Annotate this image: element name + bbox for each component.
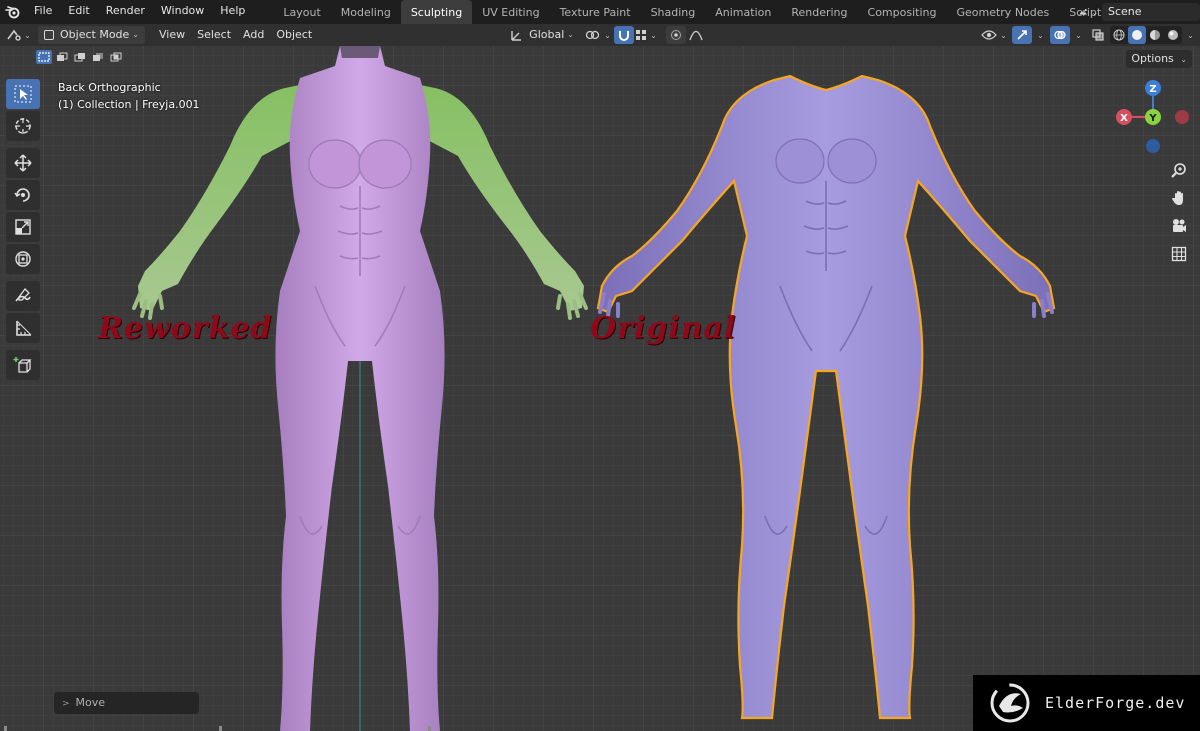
- menu-add[interactable]: Add: [237, 26, 270, 44]
- snap-target-icon[interactable]: ⌄: [634, 26, 658, 44]
- menu-file[interactable]: File: [26, 0, 60, 24]
- watermark: ElderForge.dev: [973, 675, 1200, 731]
- collection-info: (1) Collection | Freyja.001: [58, 98, 200, 111]
- marker-left: [4, 726, 7, 731]
- scene-selector: ⌄ Scene: [1078, 0, 1200, 24]
- select-new-icon[interactable]: [36, 50, 52, 64]
- wireframe-shading-icon[interactable]: [1110, 26, 1128, 44]
- scene-name-field[interactable]: Scene: [1102, 3, 1200, 21]
- mode-label: Object Mode: [60, 28, 130, 41]
- tab-animation[interactable]: Animation: [705, 0, 781, 24]
- menu-window[interactable]: Window: [153, 0, 212, 24]
- editor-type-icon[interactable]: ⌄: [6, 26, 32, 44]
- tab-rendering[interactable]: Rendering: [781, 0, 857, 24]
- camera-view-icon[interactable]: [1166, 213, 1192, 239]
- gizmo-z-negative: [1146, 139, 1160, 153]
- menu-select[interactable]: Select: [191, 26, 237, 44]
- tab-compositing[interactable]: Compositing: [858, 0, 947, 24]
- proportional-editing-icon[interactable]: [665, 26, 686, 44]
- snap-toggle-icon[interactable]: [613, 26, 634, 44]
- gizmo-y-label: Y: [1148, 113, 1157, 124]
- watermark-text: ElderForge.dev: [1045, 694, 1186, 712]
- menu-render[interactable]: Render: [98, 0, 153, 24]
- view-info-overlay: Back Orthographic (1) Collection | Freyj…: [58, 79, 200, 113]
- transform-tool[interactable]: [6, 244, 40, 274]
- visibility-eye-icon[interactable]: ⌄: [980, 26, 1008, 44]
- rendered-shading-icon[interactable]: [1164, 26, 1182, 44]
- tab-modeling[interactable]: Modeling: [331, 0, 401, 24]
- select-extend-icon[interactable]: [54, 50, 70, 64]
- select-intersect-icon[interactable]: [108, 50, 124, 64]
- solid-shading-icon[interactable]: [1128, 26, 1146, 44]
- tab-geometry-nodes[interactable]: Geometry Nodes: [946, 0, 1059, 24]
- view-name: Back Orthographic: [58, 81, 161, 94]
- pivot-point-icon[interactable]: ⌄: [584, 26, 612, 44]
- elderforge-logo-icon: [990, 683, 1030, 723]
- top-menu-bar: File Edit Render Window Help Layout Mode…: [0, 0, 1200, 24]
- original-mesh: [596, 74, 1056, 720]
- gizmo-x-label: X: [1120, 113, 1128, 124]
- zoom-icon[interactable]: [1166, 157, 1192, 183]
- reworked-neck: [340, 46, 380, 58]
- blender-logo-icon[interactable]: [0, 0, 26, 24]
- gizmo-dropdown-chevron-icon[interactable]: ⌄: [1032, 26, 1046, 44]
- select-mode-group: [36, 50, 124, 64]
- viewport-scene: [132, 46, 1056, 731]
- transform-orientation-dropdown[interactable]: Global ⌄: [504, 26, 580, 44]
- expand-arrow-icon: >: [62, 699, 70, 709]
- tab-shading[interactable]: Shading: [641, 0, 706, 24]
- select-invert-icon[interactable]: [90, 50, 106, 64]
- orientation-icon: [511, 31, 522, 41]
- tab-texture-paint[interactable]: Texture Paint: [550, 0, 641, 24]
- object-mode-icon: [44, 30, 54, 40]
- options-label: Options: [1131, 52, 1174, 65]
- shading-dropdown-chevron-icon[interactable]: ⌄: [1182, 26, 1196, 44]
- select-box-tool[interactable]: [6, 79, 40, 109]
- original-body: [596, 74, 1056, 720]
- measure-tool[interactable]: [6, 313, 40, 343]
- gizmo-toggle-icon[interactable]: [1012, 26, 1032, 44]
- annotate-tool[interactable]: [6, 281, 40, 311]
- tab-sculpting[interactable]: Sculpting: [400, 0, 473, 24]
- gizmo-x-negative: [1175, 110, 1189, 124]
- 3d-viewport[interactable]: Reworked Original Back Orthographic (1) …: [0, 46, 1200, 731]
- material-preview-shading-icon[interactable]: [1146, 26, 1164, 44]
- tab-uv-editing[interactable]: UV Editing: [472, 0, 549, 24]
- menu-edit[interactable]: Edit: [60, 0, 97, 24]
- marker-right: [428, 726, 431, 731]
- shading-mode-group: [1110, 26, 1182, 44]
- move-tool[interactable]: [6, 148, 40, 178]
- scene-icon[interactable]: ⌄: [1078, 3, 1098, 21]
- rotate-tool[interactable]: [6, 180, 40, 210]
- mode-dropdown[interactable]: Object Mode ⌄: [38, 26, 145, 44]
- last-operator-label: Move: [75, 696, 106, 709]
- overlays-toggle-icon[interactable]: [1050, 26, 1070, 44]
- tool-shelf: [6, 79, 40, 382]
- scale-tool[interactable]: [6, 212, 40, 242]
- falloff-curve-icon[interactable]: [686, 26, 706, 44]
- reworked-left-arm: [138, 84, 305, 311]
- options-dropdown[interactable]: Options ⌄: [1126, 50, 1192, 68]
- orientation-label: Global: [529, 28, 565, 41]
- orthographic-grid-icon[interactable]: [1166, 241, 1192, 267]
- cursor-tool[interactable]: [6, 111, 40, 141]
- menu-object[interactable]: Object: [270, 26, 318, 44]
- xray-toggle-icon[interactable]: [1088, 26, 1108, 44]
- last-operator-panel[interactable]: > Move: [54, 692, 199, 714]
- tab-layout[interactable]: Layout: [273, 0, 330, 24]
- select-subtract-icon[interactable]: [72, 50, 88, 64]
- gizmo-z-label: Z: [1149, 84, 1156, 95]
- menu-view[interactable]: View: [153, 26, 191, 44]
- pan-hand-icon[interactable]: [1166, 185, 1192, 211]
- viewport-header: ⌄ Object Mode ⌄ View Select Add Object G…: [0, 24, 1200, 46]
- navigation-buttons: [1166, 157, 1192, 269]
- overlays-dropdown-chevron-icon[interactable]: ⌄: [1070, 26, 1084, 44]
- reworked-right-arm: [415, 84, 584, 311]
- add-cube-tool[interactable]: [6, 350, 40, 380]
- navigation-gizmo[interactable]: Z X Y: [1110, 74, 1196, 160]
- menu-help[interactable]: Help: [212, 0, 253, 24]
- reworked-label: Reworked: [98, 311, 273, 346]
- original-label: Original: [590, 311, 737, 346]
- marker-mid: [219, 726, 222, 731]
